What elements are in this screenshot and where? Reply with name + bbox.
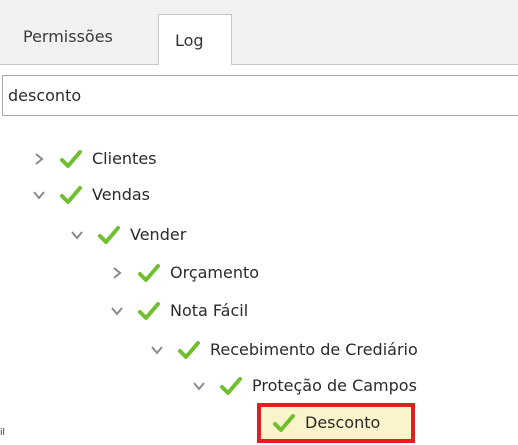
checkmark-icon[interactable] (220, 377, 242, 395)
chevron-down-icon[interactable] (110, 304, 124, 318)
tree-node-label: Clientes (92, 149, 157, 168)
chevron-down-icon[interactable] (32, 188, 46, 202)
tree-node-orcamento[interactable]: Orçamento (110, 256, 259, 290)
tab-log-label: Log (175, 30, 204, 50)
tree-node-label: Recebimento de Crediário (210, 340, 418, 359)
checkmark-icon[interactable] (273, 414, 295, 432)
chevron-down-icon[interactable] (192, 379, 206, 393)
tree-node-label: Vender (130, 225, 187, 244)
search-input[interactable] (2, 75, 518, 116)
tree-node-desconto[interactable]: Desconto (257, 403, 415, 443)
tree-node-protecao-de-campos[interactable]: Proteção de Campos (192, 369, 417, 403)
chevron-right-icon[interactable] (110, 266, 124, 280)
chevron-down-icon[interactable] (150, 343, 164, 357)
tree-node-label: Nota Fácil (170, 301, 249, 320)
tree-node-vender[interactable]: Vender (70, 218, 186, 252)
tree-node-label: Proteção de Campos (252, 376, 417, 395)
checkmark-icon[interactable] (60, 186, 82, 204)
permissions-panel: Permissões Log Clientes Vendas (0, 0, 518, 445)
chevron-down-icon[interactable] (70, 228, 84, 242)
checkmark-icon[interactable] (60, 150, 82, 168)
checkmark-icon[interactable] (98, 226, 120, 244)
tree-node-label: Vendas (92, 185, 150, 204)
tab-permissoes[interactable]: Permissões (10, 12, 158, 60)
tree-node-label: Desconto (305, 413, 381, 432)
chevron-right-icon[interactable] (32, 152, 46, 166)
checkmark-icon[interactable] (138, 302, 160, 320)
footer-fragment: il (0, 428, 6, 438)
tab-permissoes-label: Permissões (23, 26, 113, 46)
checkmark-icon[interactable] (138, 264, 160, 282)
checkmark-icon[interactable] (178, 341, 200, 359)
tab-strip: Permissões Log (0, 0, 518, 65)
tree-node-clientes[interactable]: Clientes (32, 142, 157, 176)
tree-node-recebimento-de-crediario[interactable]: Recebimento de Crediário (150, 333, 418, 367)
tree-node-label: Orçamento (170, 263, 260, 282)
tree-node-vendas[interactable]: Vendas (32, 178, 150, 212)
tab-log[interactable]: Log (158, 14, 232, 65)
tree-node-nota-facil[interactable]: Nota Fácil (110, 294, 248, 328)
